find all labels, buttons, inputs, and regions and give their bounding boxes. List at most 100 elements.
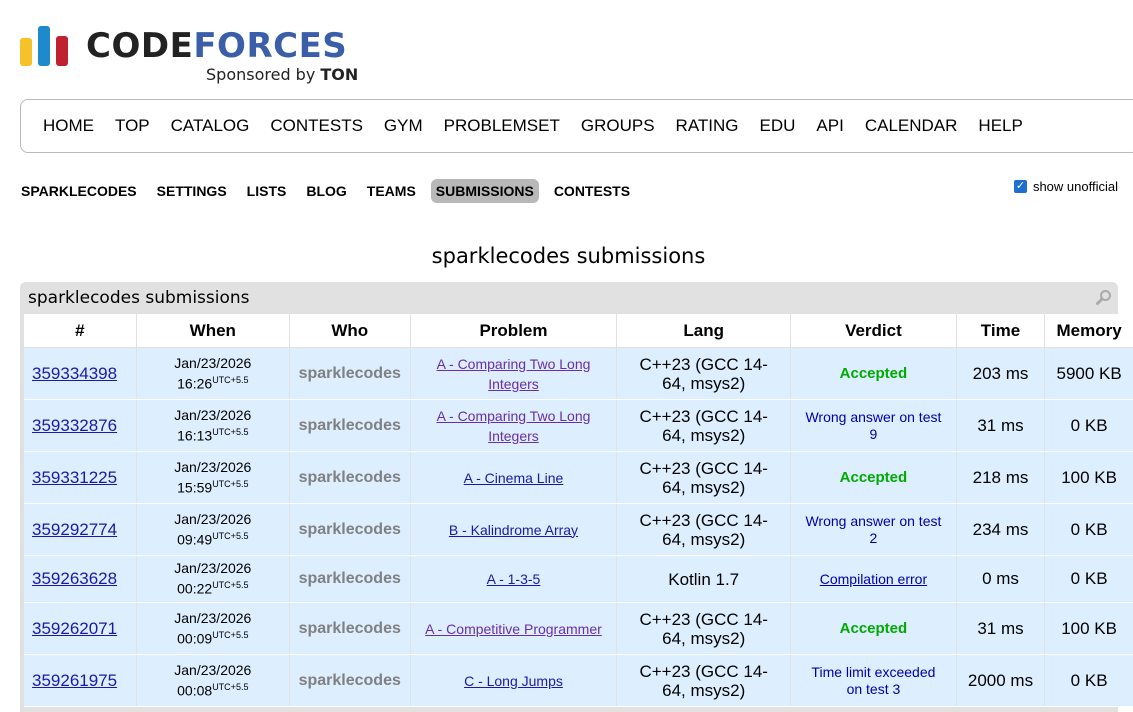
memory-cell: 5900 KB — [1044, 347, 1133, 400]
who-cell[interactable]: sparklecodes — [289, 503, 411, 556]
problem-cell: A - Comparing Two Long Integers — [410, 347, 618, 400]
sub-menu-item-contests[interactable]: CONTESTS — [549, 179, 635, 203]
problem-link[interactable]: A - Competitive Programmer — [425, 621, 602, 637]
who-cell[interactable]: sparklecodes — [289, 602, 411, 655]
menu-item-edu[interactable]: EDU — [760, 116, 796, 136]
submission-date: Jan/23/2026 — [174, 458, 252, 475]
sub-menu-item-settings[interactable]: SETTINGS — [152, 179, 232, 203]
submission-date: Jan/23/2026 — [174, 609, 252, 626]
lang-cell: C++23 (GCC 14-64, msys2) — [616, 347, 792, 400]
lang-cell: Kotlin 1.7 — [616, 555, 792, 603]
memory-cell: 0 KB — [1044, 399, 1133, 452]
verdict-text: Time limit exceeded on test 3 — [811, 663, 936, 697]
who-cell[interactable]: sparklecodes — [289, 347, 411, 400]
lang-cell: C++23 (GCC 14-64, msys2) — [616, 602, 792, 655]
verdict-text[interactable]: Compilation error — [820, 571, 927, 587]
table-row: 359262071 Jan/23/2026 00:09UTC+5.5 sparklec… — [24, 602, 1133, 655]
menu-item-api[interactable]: API — [816, 116, 843, 136]
panel-caption: sparklecodes submissions — [28, 288, 250, 308]
when-cell: Jan/23/2026 16:26UTC+5.5 — [136, 347, 290, 400]
sub-menu-item-blog[interactable]: BLOG — [301, 179, 351, 203]
problem-cell: A - Cinema Line — [410, 451, 618, 504]
logo-wordmark: CODEFORCES — [86, 26, 348, 66]
menu-item-gym[interactable]: GYM — [384, 116, 423, 136]
submission-id-link[interactable]: 359331225 — [32, 468, 117, 487]
when-cell: Jan/23/2026 15:59UTC+5.5 — [136, 451, 290, 504]
table-row: 359334398 Jan/23/2026 16:26UTC+5.5 sparklec… — [24, 347, 1133, 400]
verdict-cell: Wrong answer on test 9 — [790, 399, 957, 452]
submission-id-link[interactable]: 359262071 — [32, 619, 117, 638]
logo-sponsor: Sponsored by TON — [206, 65, 359, 84]
main-menu: HOME TOP CATALOG CONTESTS GYM PROBLEMSET GROUP… — [20, 99, 1133, 153]
submission-id-link[interactable]: 359263628 — [32, 569, 117, 588]
column-header[interactable]: Time — [956, 314, 1046, 348]
show-unofficial-toggle[interactable]: ✓ show unofficial — [1013, 179, 1118, 194]
submission-id-link[interactable]: 359334398 — [32, 364, 117, 383]
codeforces-logo[interactable]: CODEFORCES Sponsored by TON — [20, 22, 380, 84]
time-cell: 31 ms — [956, 602, 1046, 655]
menu-item-problemset[interactable]: PROBLEMSET — [444, 116, 560, 136]
timezone: UTC+5.5 — [212, 478, 249, 489]
menu-item-groups[interactable]: GROUPS — [581, 116, 655, 136]
who-cell[interactable]: sparklecodes — [289, 451, 411, 504]
menu-item-help[interactable]: HELP — [978, 116, 1022, 136]
menu-item-top[interactable]: TOP — [115, 116, 150, 136]
problem-link[interactable]: A - Cinema Line — [464, 470, 564, 486]
submission-id-link[interactable]: 359332876 — [32, 416, 117, 435]
menu-item-calendar[interactable]: CALENDAR — [865, 116, 958, 136]
table-row: 359261975 Jan/23/2026 00:08UTC+5.5 sparklec… — [24, 654, 1133, 707]
column-header[interactable]: Who — [289, 314, 411, 348]
verdict-text: Accepted — [839, 620, 908, 637]
timezone: UTC+5.5 — [212, 681, 249, 692]
timezone: UTC+5.5 — [212, 629, 249, 640]
submission-id-link[interactable]: 359261975 — [32, 671, 117, 690]
menu-item-rating[interactable]: RATING — [676, 116, 739, 136]
problem-link[interactable]: C - Long Jumps — [464, 673, 563, 689]
memory-cell: 100 KB — [1044, 451, 1133, 504]
problem-link[interactable]: A - Comparing Two Long Integers — [437, 356, 591, 392]
column-header[interactable]: Lang — [616, 314, 792, 348]
checkbox-checked-icon[interactable]: ✓ — [1013, 180, 1027, 193]
lang-cell: C++23 (GCC 14-64, msys2) — [616, 654, 792, 707]
user-sub-menu: SPARKLECODES SETTINGS LISTS BLOG TEAMS SUBMIS… — [16, 179, 645, 203]
who-cell[interactable]: sparklecodes — [289, 399, 411, 452]
menu-item-catalog[interactable]: CATALOG — [171, 116, 250, 136]
when-cell: Jan/23/2026 16:13UTC+5.5 — [136, 399, 290, 452]
submission-id-cell: 359292774 — [24, 503, 137, 556]
sub-menu-item-submissions[interactable]: SUBMISSIONS — [430, 179, 539, 203]
lang-cell: C++23 (GCC 14-64, msys2) — [616, 451, 792, 504]
when-cell: Jan/23/2026 00:09UTC+5.5 — [136, 602, 290, 655]
lang-cell: C++23 (GCC 14-64, msys2) — [616, 399, 792, 452]
sub-menu-item-sparklecodes[interactable]: SPARKLECODES — [16, 179, 142, 203]
column-header[interactable]: Verdict — [790, 314, 957, 348]
problem-cell: A - Competitive Programmer — [410, 602, 618, 655]
column-header[interactable]: # — [24, 314, 137, 348]
problem-link[interactable]: A - 1-3-5 — [487, 571, 541, 587]
memory-cell: 0 KB — [1044, 555, 1133, 603]
column-header[interactable]: Memory — [1044, 314, 1133, 348]
submission-date: Jan/23/2026 — [174, 354, 252, 371]
sub-menu-item-lists[interactable]: LISTS — [242, 179, 292, 203]
memory-cell: 0 KB — [1044, 654, 1133, 707]
submission-date: Jan/23/2026 — [174, 661, 252, 678]
column-header[interactable]: When — [136, 314, 290, 348]
problem-link[interactable]: B - Kalindrome Array — [449, 522, 578, 538]
menu-item-home[interactable]: HOME — [43, 116, 94, 136]
column-header[interactable]: Problem — [410, 314, 618, 348]
verdict-text: Wrong answer on test 9 — [805, 408, 942, 442]
problem-link[interactable]: A - Comparing Two Long Integers — [437, 408, 591, 444]
timezone: UTC+5.5 — [212, 374, 249, 385]
menu-item-contests[interactable]: CONTESTS — [270, 116, 363, 136]
page-title: sparklecodes submissions — [431, 244, 706, 268]
magnifier-icon[interactable] — [1096, 289, 1112, 305]
time-cell: 31 ms — [956, 399, 1046, 452]
who-cell[interactable]: sparklecodes — [289, 654, 411, 707]
time-cell: 2000 ms — [956, 654, 1046, 707]
who-cell[interactable]: sparklecodes — [289, 555, 411, 603]
sub-menu-item-teams[interactable]: TEAMS — [362, 179, 421, 203]
submission-id-link[interactable]: 359292774 — [32, 520, 117, 539]
submission-date: Jan/23/2026 — [174, 560, 252, 577]
when-cell: Jan/23/2026 00:22UTC+5.5 — [136, 555, 290, 603]
logo-bars-icon — [20, 24, 72, 66]
verdict-cell: Accepted — [790, 451, 957, 504]
